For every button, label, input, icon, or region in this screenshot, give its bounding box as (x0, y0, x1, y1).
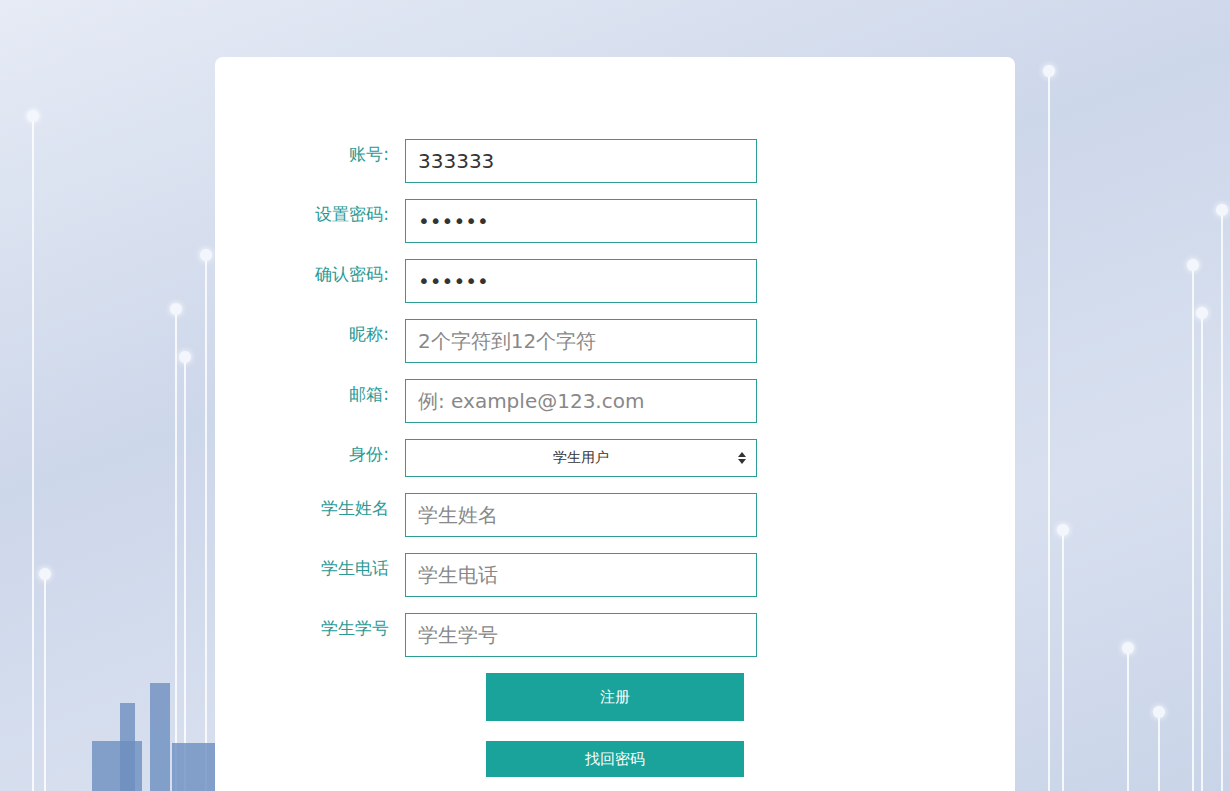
decor-line (184, 357, 186, 791)
form-row: 邮箱: (215, 379, 1015, 423)
decor-line (1221, 210, 1223, 791)
field-label: 昵称: (215, 319, 405, 346)
decor-line (44, 574, 46, 791)
field-label: 学生姓名 (215, 493, 405, 520)
button-wrap: 找回密码 (215, 721, 1015, 777)
form-row: 昵称: (215, 319, 1015, 363)
decor-line (175, 309, 177, 791)
identity-select[interactable]: 学生用户 (405, 439, 757, 477)
text-field[interactable] (405, 379, 757, 423)
select-value: 学生用户 (553, 449, 609, 467)
form-row: 确认密码: (215, 259, 1015, 303)
text-field[interactable] (405, 553, 757, 597)
field-label: 学生学号 (215, 613, 405, 640)
field-label: 确认密码: (215, 259, 405, 286)
form-row: 学生姓名 (215, 493, 1015, 537)
decor-line (205, 255, 207, 791)
text-field[interactable] (405, 259, 757, 303)
decor-line (1201, 313, 1203, 791)
field-label: 身份: (215, 439, 405, 466)
decor-line (1062, 530, 1064, 791)
decor-line (1158, 712, 1160, 791)
register-card: 账号: 设置密码: 确认密码: 昵称: 邮箱: 身份: 学生用户学生姓名学生电话学生学号注册… (215, 57, 1015, 791)
text-field[interactable] (405, 319, 757, 363)
decor-line (1127, 648, 1129, 791)
decor-line (1048, 71, 1050, 791)
text-field[interactable] (405, 199, 757, 243)
register-button[interactable]: 注册 (486, 673, 744, 721)
form-row: 学生学号 (215, 613, 1015, 657)
text-field[interactable] (405, 139, 757, 183)
button-wrap: 注册 (215, 673, 1015, 721)
decor-line (32, 116, 34, 791)
dropdown-arrows-icon (738, 452, 746, 464)
field-label: 账号: (215, 139, 405, 166)
decor-line (1192, 265, 1194, 791)
field-label: 邮箱: (215, 379, 405, 406)
field-label: 设置密码: (215, 199, 405, 226)
text-field[interactable] (405, 613, 757, 657)
text-field[interactable] (405, 493, 757, 537)
form-row: 身份: 学生用户 (215, 439, 1015, 477)
city-building (150, 683, 170, 791)
form-row: 账号: (215, 139, 1015, 183)
city-building (120, 703, 135, 791)
field-label: 学生电话 (215, 553, 405, 580)
find-password-button[interactable]: 找回密码 (486, 741, 744, 777)
form-row: 学生电话 (215, 553, 1015, 597)
form-row: 设置密码: (215, 199, 1015, 243)
